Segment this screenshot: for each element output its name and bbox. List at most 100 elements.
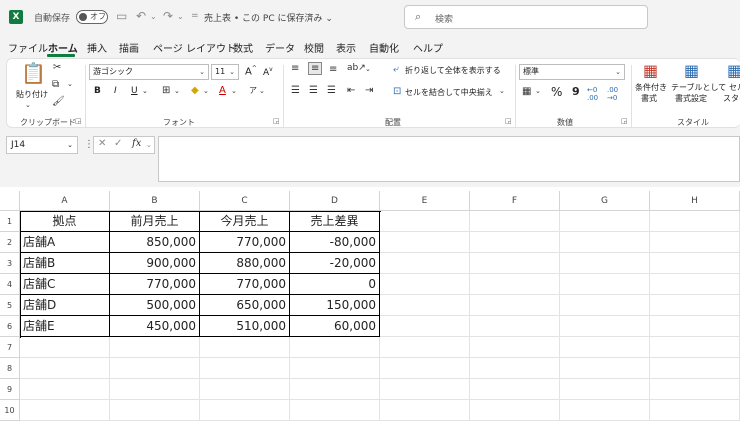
paste-icon[interactable]: 📋 bbox=[21, 61, 46, 85]
wrap-text-button[interactable]: 折り返して全体を表示する bbox=[405, 65, 501, 76]
store-name-cell[interactable]: 店舗B bbox=[20, 253, 110, 274]
conditional-formatting-icon[interactable]: ▦ bbox=[643, 61, 658, 80]
row-header[interactable]: 10 bbox=[0, 400, 20, 421]
row-header[interactable]: 2 bbox=[0, 232, 20, 253]
empty-cell[interactable] bbox=[20, 337, 110, 358]
bold-button[interactable]: B bbox=[94, 86, 101, 96]
empty-cell[interactable] bbox=[560, 232, 650, 253]
tab-file[interactable]: ファイル bbox=[8, 40, 48, 55]
paste-button[interactable]: 貼り付け bbox=[16, 89, 48, 100]
empty-cell[interactable] bbox=[650, 232, 740, 253]
empty-cell[interactable] bbox=[380, 211, 470, 232]
empty-cell[interactable] bbox=[650, 379, 740, 400]
value-cell[interactable]: 850,000 bbox=[110, 232, 200, 253]
increase-decimal-icon[interactable]: ←0.00 bbox=[587, 86, 598, 102]
merge-center-button[interactable]: セルを結合して中央揃え bbox=[405, 87, 493, 98]
column-header[interactable]: C bbox=[200, 191, 290, 211]
undo-icon[interactable]: ↶ bbox=[136, 9, 146, 23]
insert-function-button[interactable]: fx bbox=[132, 138, 141, 149]
empty-cell[interactable] bbox=[290, 400, 380, 421]
increase-indent-icon[interactable]: ⇥ bbox=[365, 85, 373, 96]
tab-automate[interactable]: 自動化 bbox=[369, 40, 399, 55]
clipboard-launcher-icon[interactable]: ◲ bbox=[75, 117, 82, 125]
underline-button[interactable]: U bbox=[131, 86, 138, 96]
merge-dropdown-icon[interactable]: ⌄ bbox=[499, 87, 505, 95]
cut-icon[interactable]: ✂ bbox=[53, 62, 61, 73]
format-as-table-button[interactable]: テーブルとして bbox=[671, 82, 726, 93]
cell-styles-icon[interactable]: ▦ bbox=[727, 61, 740, 80]
orientation-dropdown-icon[interactable]: ⌄ bbox=[365, 65, 371, 73]
row-header[interactable]: 1 bbox=[0, 211, 20, 232]
value-cell[interactable]: 770,000 bbox=[200, 232, 290, 253]
empty-cell[interactable] bbox=[110, 337, 200, 358]
column-header[interactable]: D bbox=[290, 191, 380, 211]
empty-cell[interactable] bbox=[560, 211, 650, 232]
empty-cell[interactable] bbox=[560, 274, 650, 295]
copy-icon[interactable]: ⧉ bbox=[52, 79, 59, 90]
shrink-font-button[interactable]: Av bbox=[263, 66, 273, 78]
table-header-cell[interactable]: 今月売上 bbox=[200, 211, 290, 232]
enter-icon[interactable]: ✓ bbox=[114, 138, 122, 149]
accounting-format-icon[interactable]: ▦ bbox=[522, 86, 531, 97]
formula-input[interactable] bbox=[158, 136, 740, 182]
value-cell[interactable]: -20,000 bbox=[290, 253, 380, 274]
align-bottom-icon[interactable]: ≡ bbox=[329, 64, 337, 75]
empty-cell[interactable] bbox=[200, 379, 290, 400]
empty-cell[interactable] bbox=[380, 316, 470, 337]
tab-insert[interactable]: 挿入 bbox=[87, 40, 107, 55]
font-color-icon[interactable]: A bbox=[219, 85, 226, 96]
align-left-icon[interactable]: ☰ bbox=[291, 85, 300, 96]
align-top-icon[interactable]: ≡ bbox=[291, 63, 299, 74]
row-header[interactable]: 6 bbox=[0, 316, 20, 337]
customize-qat-icon[interactable]: = bbox=[191, 11, 199, 21]
conditional-formatting-button[interactable]: 条件付き bbox=[635, 82, 667, 93]
empty-cell[interactable] bbox=[650, 253, 740, 274]
empty-cell[interactable] bbox=[380, 379, 470, 400]
format-painter-icon[interactable]: 🖌 bbox=[52, 96, 65, 107]
font-name-dropdown[interactable]: 游ゴシック ⌄ bbox=[89, 64, 209, 80]
empty-cell[interactable] bbox=[470, 211, 560, 232]
tab-draw[interactable]: 描画 bbox=[119, 40, 139, 55]
empty-cell[interactable] bbox=[380, 337, 470, 358]
empty-cell[interactable] bbox=[470, 316, 560, 337]
empty-cell[interactable] bbox=[650, 295, 740, 316]
empty-cell[interactable] bbox=[650, 358, 740, 379]
store-name-cell[interactable]: 店舗D bbox=[20, 295, 110, 316]
empty-cell[interactable] bbox=[560, 358, 650, 379]
empty-cell[interactable] bbox=[380, 295, 470, 316]
value-cell[interactable]: 880,000 bbox=[200, 253, 290, 274]
row-header[interactable]: 7 bbox=[0, 337, 20, 358]
tab-data[interactable]: データ bbox=[265, 40, 295, 55]
number-launcher-icon[interactable]: ◲ bbox=[621, 117, 628, 125]
empty-cell[interactable] bbox=[560, 379, 650, 400]
cancel-icon[interactable]: ✕ bbox=[98, 138, 106, 149]
align-center-icon[interactable]: ☰ bbox=[309, 85, 318, 96]
empty-cell[interactable] bbox=[110, 379, 200, 400]
value-cell[interactable]: 500,000 bbox=[110, 295, 200, 316]
search-box[interactable]: ⌕ 検索 bbox=[404, 5, 648, 29]
undo-dropdown-icon[interactable]: ⌄ bbox=[150, 12, 157, 21]
empty-cell[interactable] bbox=[560, 295, 650, 316]
empty-cell[interactable] bbox=[470, 358, 560, 379]
empty-cell[interactable] bbox=[560, 400, 650, 421]
function-dropdown-icon[interactable]: ⌄ bbox=[146, 141, 152, 149]
value-cell[interactable]: 770,000 bbox=[200, 274, 290, 295]
empty-cell[interactable] bbox=[470, 253, 560, 274]
table-header-cell[interactable]: 前月売上 bbox=[110, 211, 200, 232]
decrease-indent-icon[interactable]: ⇤ bbox=[347, 85, 355, 96]
empty-cell[interactable] bbox=[290, 358, 380, 379]
empty-cell[interactable] bbox=[650, 274, 740, 295]
empty-cell[interactable] bbox=[290, 337, 380, 358]
tab-review[interactable]: 校閲 bbox=[304, 40, 324, 55]
table-header-cell[interactable]: 拠点 bbox=[20, 211, 110, 232]
value-cell[interactable]: 0 bbox=[290, 274, 380, 295]
empty-cell[interactable] bbox=[200, 337, 290, 358]
empty-cell[interactable] bbox=[560, 316, 650, 337]
empty-cell[interactable] bbox=[560, 253, 650, 274]
value-cell[interactable]: 150,000 bbox=[290, 295, 380, 316]
empty-cell[interactable] bbox=[20, 358, 110, 379]
empty-cell[interactable] bbox=[290, 379, 380, 400]
format-as-table-icon[interactable]: ▦ bbox=[684, 61, 699, 80]
empty-cell[interactable] bbox=[200, 358, 290, 379]
value-cell[interactable]: 450,000 bbox=[110, 316, 200, 337]
